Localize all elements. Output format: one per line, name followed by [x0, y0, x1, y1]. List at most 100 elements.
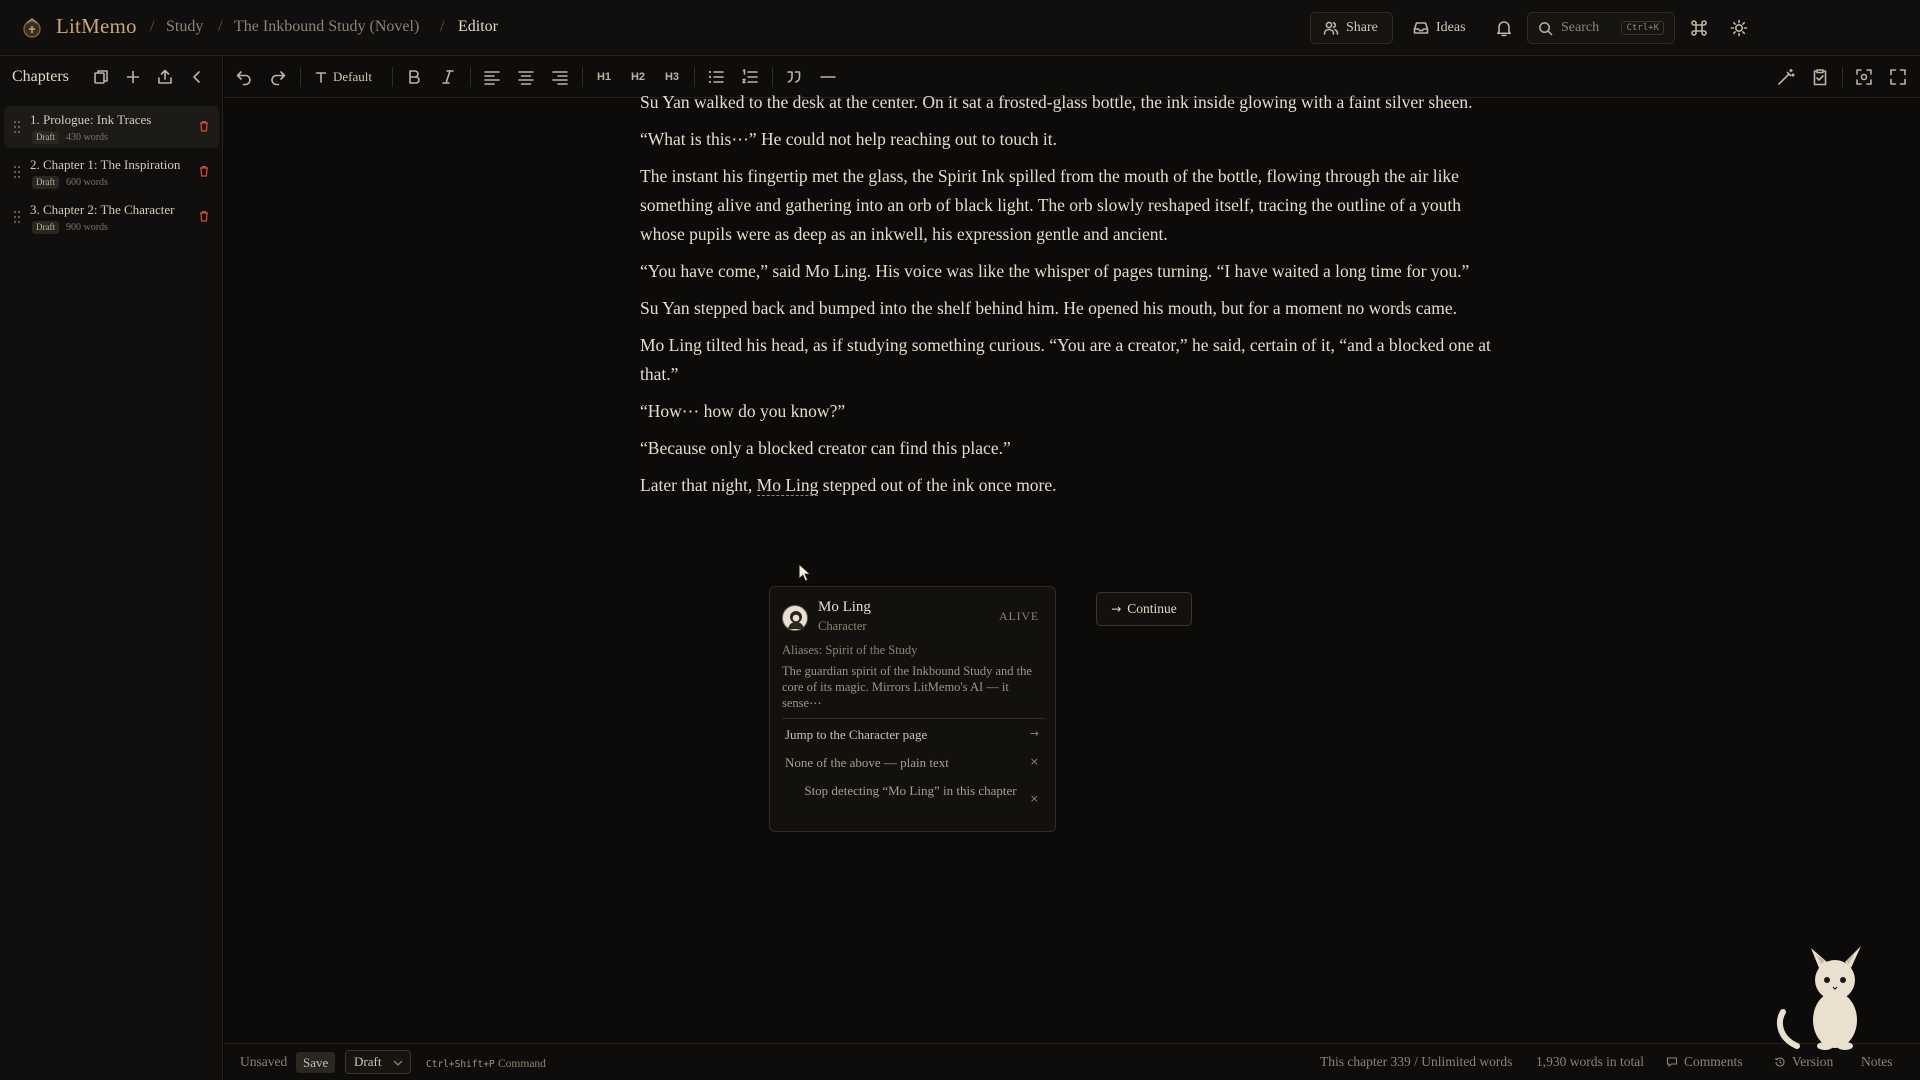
chapter-item[interactable]: 1. Prologue: Ink Traces Draft 430 words	[4, 106, 219, 148]
comments-button[interactable]: Comments	[1666, 1054, 1743, 1070]
jump-to-character-label: Jump to the Character page	[785, 727, 928, 742]
chapter-status-badge: Draft	[32, 176, 59, 189]
users-icon	[1323, 21, 1339, 35]
quote-icon[interactable]	[784, 67, 804, 87]
chevron-down-icon	[393, 1060, 403, 1066]
status-select[interactable]: Draft	[345, 1050, 411, 1074]
export-icon[interactable]	[156, 68, 174, 86]
stop-detecting-button[interactable]: Stop detecting “Mo Ling” in this chapter…	[782, 783, 1045, 805]
character-mention[interactable]: Mo Ling	[756, 475, 819, 496]
paragraph[interactable]: “How⋯ how do you know?”	[640, 397, 1510, 426]
plus-icon[interactable]	[124, 68, 142, 86]
trash-icon[interactable]	[197, 209, 211, 223]
drag-handle-icon[interactable]	[12, 165, 22, 179]
brand-name[interactable]: LitMemo	[56, 14, 137, 39]
redo-icon[interactable]	[268, 67, 288, 87]
version-button[interactable]: Version	[1774, 1054, 1833, 1070]
notes-button[interactable]: Notes	[1861, 1054, 1893, 1070]
jump-to-character-button[interactable]: Jump to the Character page →	[782, 727, 1045, 743]
logo-icon[interactable]	[20, 16, 44, 40]
history-icon	[1775, 1057, 1785, 1067]
paragraph[interactable]: Su Yan stepped back and bumped into the …	[640, 294, 1510, 323]
trash-icon[interactable]	[197, 119, 211, 133]
arrow-right-icon: →	[1029, 727, 1039, 740]
drag-handle-icon[interactable]	[12, 210, 22, 224]
heading-1-label: H1	[596, 71, 612, 83]
chapter-status-badge: Draft	[32, 221, 59, 234]
command-hint[interactable]: Ctrl+Shift+P Command	[426, 1055, 546, 1071]
heading-3-button[interactable]: H3	[662, 67, 682, 87]
version-label: Version	[1792, 1054, 1834, 1069]
text-style-dropdown[interactable]: Default	[314, 67, 372, 87]
horizontal-rule-icon[interactable]	[818, 67, 838, 87]
bullet-list-icon[interactable]	[706, 67, 726, 87]
mouse-cursor-icon	[798, 563, 812, 582]
breadcrumb-project[interactable]: The Inkbound Study (Novel)	[234, 18, 419, 36]
character-aliases: Aliases: Spirit of the Study	[782, 643, 918, 657]
chapter-title: 3. Chapter 2: The Character	[30, 202, 175, 217]
drag-handle-icon[interactable]	[12, 120, 22, 134]
command-icon[interactable]	[1689, 18, 1709, 38]
paragraph[interactable]: “Because only a blocked creator can find…	[640, 434, 1510, 463]
search-placeholder: Search	[1561, 20, 1600, 35]
close-icon: ×	[1029, 755, 1039, 768]
type-icon	[315, 72, 327, 83]
toolbar-divider	[470, 67, 471, 87]
top-bar: LitMemo / Study / The Inkbound Study (No…	[0, 0, 1920, 56]
share-button[interactable]: Share	[1310, 12, 1393, 44]
align-center-icon[interactable]	[516, 67, 536, 87]
italic-icon[interactable]	[438, 67, 458, 87]
magic-wand-icon[interactable]	[1776, 67, 1796, 87]
status-select-value: Draft	[354, 1054, 382, 1069]
plain-text-label: None of the above — plain text	[785, 755, 949, 770]
search-icon	[1539, 21, 1553, 35]
ideas-button[interactable]: Ideas	[1413, 12, 1466, 44]
collapse-sidebar-icon[interactable]	[188, 68, 206, 86]
align-left-icon[interactable]	[482, 67, 502, 87]
inbox-icon	[1413, 22, 1429, 34]
paragraph[interactable]: “What is this⋯” He could not help reachi…	[640, 125, 1510, 154]
copy-icon[interactable]	[92, 68, 110, 86]
save-button[interactable]: Save	[296, 1052, 336, 1073]
heading-3-label: H3	[664, 71, 680, 83]
close-icon: ×	[1029, 792, 1039, 805]
focus-icon[interactable]	[1854, 67, 1874, 87]
paragraph[interactable]: Su Yan walked to the desk at the center.…	[640, 88, 1510, 117]
bold-icon[interactable]	[404, 67, 424, 87]
bell-icon[interactable]	[1494, 18, 1514, 38]
sidebar-title: Chapters	[12, 68, 69, 85]
paragraph[interactable]: Later that night, Mo Ling stepped out of…	[640, 471, 1510, 500]
toolbar-divider	[772, 67, 773, 87]
paragraph[interactable]: The instant his fingertip met the glass,…	[640, 162, 1510, 249]
text-style-label: Default	[333, 69, 372, 84]
total-word-count: 1,930 words in total	[1536, 1054, 1644, 1069]
continue-button[interactable]: → Continue	[1096, 592, 1192, 626]
breadcrumb-study[interactable]: Study	[166, 18, 203, 36]
chapter-title: 2. Chapter 1: The Inspiration	[30, 157, 181, 172]
plain-text-button[interactable]: None of the above — plain text ×	[782, 755, 1045, 771]
breadcrumb-editor: Editor	[458, 18, 498, 35]
trash-icon[interactable]	[197, 164, 211, 178]
undo-icon[interactable]	[234, 67, 254, 87]
avatar	[782, 605, 808, 631]
fullscreen-icon[interactable]	[1888, 67, 1908, 87]
chapter-title: 1. Prologue: Ink Traces	[30, 112, 152, 127]
breadcrumb-separator: /	[150, 18, 155, 35]
cat-mascot-icon[interactable]	[1775, 942, 1871, 1050]
align-right-icon[interactable]	[550, 67, 570, 87]
chapter-item[interactable]: 2. Chapter 1: The Inspiration Draft 600 …	[4, 151, 219, 193]
paragraph[interactable]: “You have come,” said Mo Ling. His voice…	[640, 257, 1510, 286]
status-badge: ALIVE	[999, 609, 1039, 623]
comments-label: Comments	[1684, 1054, 1743, 1069]
numbered-list-icon[interactable]	[740, 67, 760, 87]
clipboard-check-icon[interactable]	[1810, 67, 1830, 87]
paragraph[interactable]: Mo Ling tilted his head, as if studying …	[640, 331, 1510, 389]
heading-2-button[interactable]: H2	[628, 67, 648, 87]
sun-icon[interactable]	[1729, 18, 1749, 38]
heading-1-button[interactable]: H1	[594, 67, 614, 87]
search-box[interactable]: Search Ctrl+K	[1527, 12, 1675, 44]
chapter-item[interactable]: 3. Chapter 2: The Character Draft 900 wo…	[4, 196, 219, 238]
chapter-word-count: 900 words	[66, 222, 108, 233]
continue-label: Continue	[1127, 601, 1177, 616]
document-body[interactable]: Su Yan walked to the desk at the center.…	[640, 88, 1510, 508]
